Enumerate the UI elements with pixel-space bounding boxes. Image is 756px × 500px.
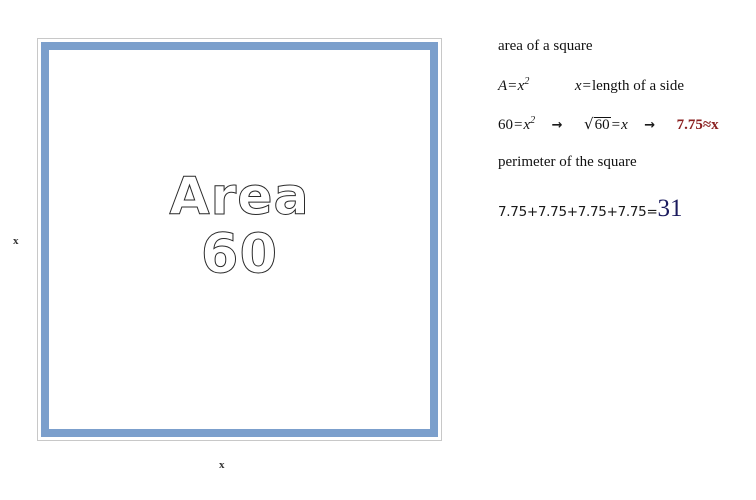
approximate-answer: 7.75≈x [676, 117, 719, 133]
radicand-value: 60 [593, 117, 611, 133]
radical-sign-icon: √ [584, 115, 594, 133]
substitution-line: 60=x2 → √60 =x → 7.75≈x [498, 115, 756, 134]
formula-equals: = [508, 78, 517, 94]
radical-result: x [621, 117, 628, 133]
radical-equals: = [611, 117, 621, 133]
substitution-value: 60 [498, 117, 513, 133]
perimeter-calculation-line: 7.75+7.75+7.75+7.75=31 [498, 195, 756, 223]
side-label-left: x [13, 235, 19, 247]
formula-lhs: A [498, 78, 508, 94]
side-label-bottom: x [219, 459, 225, 471]
definition-var: x [574, 78, 582, 94]
perimeter-sum-expression: 7.75+7.75+7.75+7.75= [498, 204, 658, 220]
perimeter-heading: perimeter of the square [498, 154, 637, 170]
square-border-band [41, 42, 438, 437]
square-shape[interactable]: Area 60 [37, 38, 442, 441]
solution-panel: area of a square A=x2 x=length of a side… [498, 38, 756, 223]
substitution-exponent: 2 [530, 115, 536, 126]
arrow-right-icon-2: → [644, 118, 656, 133]
definition-text: length of a side [591, 78, 685, 94]
area-heading: area of a square [498, 38, 593, 54]
square-figure-panel: Area 60 x x [0, 0, 480, 500]
definition-equals: = [582, 78, 591, 94]
perimeter-result-value: 31 [657, 195, 683, 222]
formula-exponent: 2 [524, 76, 530, 87]
arrow-right-icon-1: → [551, 118, 563, 133]
area-formula-line: A=x2 x=length of a side [498, 76, 756, 95]
square-root-group: √60 [584, 115, 611, 134]
substitution-equals: = [514, 117, 523, 133]
